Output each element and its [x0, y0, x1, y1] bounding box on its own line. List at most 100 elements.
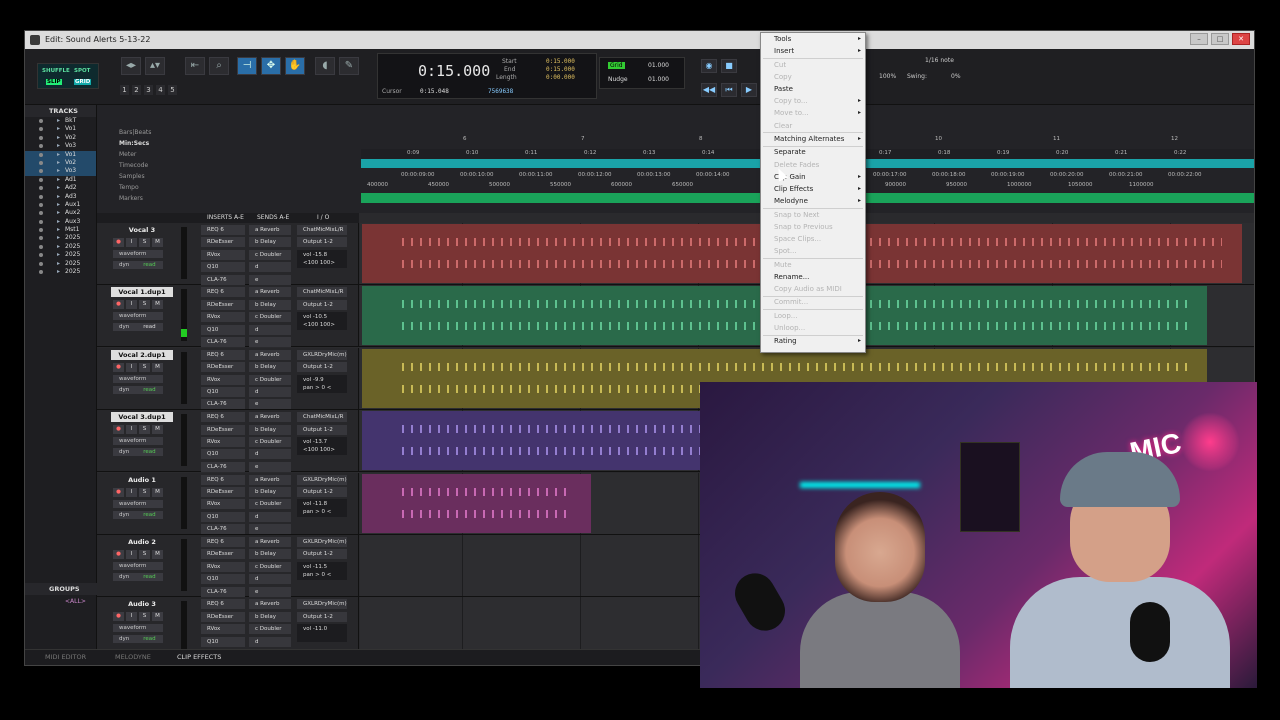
- track-list-item[interactable]: ▸ Vo1: [25, 150, 96, 159]
- solo-button[interactable]: S: [139, 550, 150, 559]
- grid-value[interactable]: 01.000: [648, 62, 669, 69]
- grabber-tool-icon[interactable]: ✋: [285, 57, 305, 75]
- insert-slot[interactable]: RDeEsser: [201, 486, 245, 497]
- track-show-dot-icon[interactable]: [39, 186, 43, 191]
- zoom-preset-5[interactable]: 5: [168, 85, 177, 95]
- zoom-preset-2[interactable]: 2: [132, 85, 141, 95]
- insert-slot[interactable]: RDeEsser: [201, 549, 245, 560]
- input-monitor-button[interactable]: I: [126, 362, 137, 372]
- track-list-item[interactable]: ▸ Aux1: [25, 201, 96, 209]
- send-slot[interactable]: a Reverb: [249, 599, 291, 610]
- input-selector[interactable]: ChatMicMixL/R: [297, 287, 347, 298]
- smart-tool-icon[interactable]: ✥: [261, 57, 281, 75]
- insert-slot[interactable]: RVox: [201, 561, 245, 572]
- group-all[interactable]: <ALL>: [25, 598, 97, 605]
- insert-slot[interactable]: Q10: [201, 574, 245, 585]
- close-button[interactable]: ✕: [1232, 33, 1250, 45]
- maximize-button[interactable]: □: [1211, 33, 1229, 45]
- mute-button[interactable]: M: [152, 487, 163, 497]
- send-slot[interactable]: c Doubler: [249, 436, 291, 447]
- grid-note-value[interactable]: 1/16 note: [925, 57, 954, 64]
- zoom-in-icon[interactable]: ▴▾: [145, 57, 165, 75]
- zoom-preset-icon[interactable]: ⇤: [185, 57, 205, 75]
- scrubber-tool-icon[interactable]: ◖: [315, 57, 335, 75]
- track-show-dot-icon[interactable]: [39, 261, 43, 266]
- track-view-selector[interactable]: waveform: [113, 562, 163, 570]
- send-slot[interactable]: a Reverb: [249, 412, 291, 423]
- track-show-dot-icon[interactable]: [39, 270, 43, 275]
- input-selector[interactable]: GXLRDryMic(m): [297, 537, 347, 547]
- insert-slot[interactable]: RVox: [201, 499, 245, 510]
- trim-tool-icon[interactable]: ⊣: [237, 57, 257, 75]
- insert-slot[interactable]: REQ 6: [201, 349, 245, 360]
- input-selector[interactable]: ChatMicMixL/R: [297, 412, 347, 423]
- volume-pan-box[interactable]: vol -11.8 pan > 0 <: [297, 499, 347, 518]
- volume-pan-box[interactable]: vol -13.7 <100 100>: [297, 436, 347, 455]
- track-name[interactable]: Vocal 3.dup1: [111, 412, 173, 423]
- send-slot[interactable]: b Delay: [249, 424, 291, 435]
- mute-button[interactable]: M: [152, 300, 163, 310]
- input-selector[interactable]: GXLRDryMic(m): [297, 474, 347, 485]
- swing-value[interactable]: 0%: [951, 73, 961, 80]
- record-button[interactable]: ●: [113, 300, 124, 310]
- track-view-selector[interactable]: waveform: [113, 624, 163, 633]
- send-slot[interactable]: c Doubler: [249, 499, 291, 510]
- send-slot[interactable]: d: [249, 449, 291, 460]
- volume-pan-box[interactable]: vol -9.9 pan > 0 <: [297, 374, 347, 393]
- insert-slot[interactable]: Q10: [201, 636, 245, 647]
- solo-button[interactable]: S: [139, 300, 150, 310]
- automation-selector[interactable]: dyn read: [113, 385, 163, 394]
- nudge-label[interactable]: Nudge: [608, 76, 628, 83]
- context-menu-item[interactable]: Clip Effects ▸: [761, 183, 865, 195]
- automation-selector[interactable]: dyn read: [113, 510, 163, 519]
- input-monitor-button[interactable]: I: [126, 238, 137, 247]
- insert-slot[interactable]: RDeEsser: [201, 299, 245, 310]
- send-slot[interactable]: c Doubler: [249, 374, 291, 385]
- track-view-selector[interactable]: waveform: [113, 312, 163, 321]
- automation-mode[interactable]: read: [143, 574, 155, 580]
- insert-slot[interactable]: RDeEsser: [201, 362, 245, 373]
- volume-pan-box[interactable]: vol -11.5 pan > 0 <: [297, 561, 347, 580]
- automation-selector[interactable]: dyn read: [113, 261, 163, 269]
- solo-button[interactable]: S: [139, 362, 150, 372]
- send-slot[interactable]: b Delay: [249, 362, 291, 373]
- mute-button[interactable]: M: [152, 425, 163, 435]
- automation-mode[interactable]: read: [143, 387, 155, 393]
- track-name[interactable]: Audio 2: [111, 537, 173, 547]
- track-list-item[interactable]: ▸ 2025: [25, 251, 96, 259]
- rewind-icon[interactable]: ◀◀: [701, 83, 717, 97]
- track-show-dot-icon[interactable]: [39, 160, 43, 165]
- insert-slot[interactable]: CLA-76: [201, 586, 245, 597]
- mute-button[interactable]: M: [152, 612, 163, 622]
- insert-slot[interactable]: RDeEsser: [201, 424, 245, 435]
- track-name[interactable]: Vocal 1.dup1: [111, 287, 173, 298]
- input-monitor-button[interactable]: I: [126, 550, 137, 559]
- input-monitor-button[interactable]: I: [126, 612, 137, 622]
- context-menu-item[interactable]: Matching Alternates ▸: [761, 133, 865, 145]
- input-monitor-button[interactable]: I: [126, 300, 137, 310]
- send-slot[interactable]: a Reverb: [249, 225, 291, 235]
- solo-button[interactable]: S: [139, 238, 150, 247]
- grid-label[interactable]: Grid: [608, 62, 625, 69]
- track-show-dot-icon[interactable]: [39, 244, 43, 249]
- track-view-selector[interactable]: waveform: [113, 437, 163, 446]
- automation-mode[interactable]: read: [143, 449, 155, 455]
- track-list-item[interactable]: ▸ 2025: [25, 243, 96, 251]
- volume-pan-box[interactable]: vol -11.0: [297, 624, 347, 643]
- track-show-dot-icon[interactable]: [39, 144, 43, 149]
- track-list-item[interactable]: ▸ Vo2: [25, 134, 96, 142]
- track-list-item[interactable]: ▸ Vo3: [25, 167, 96, 176]
- send-slot[interactable]: d: [249, 324, 291, 335]
- record-button[interactable]: ●: [113, 487, 124, 497]
- solo-button[interactable]: S: [139, 425, 150, 435]
- insert-slot[interactable]: REQ 6: [201, 225, 245, 235]
- automation-selector[interactable]: dyn read: [113, 323, 163, 332]
- track-show-dot-icon[interactable]: [39, 253, 43, 258]
- zoom-preset-4[interactable]: 4: [156, 85, 165, 95]
- output-selector[interactable]: Output 1-2: [297, 299, 347, 310]
- automation-mode[interactable]: read: [143, 512, 155, 518]
- tab-melodyne[interactable]: MELODYNE: [115, 653, 151, 661]
- track-list-item[interactable]: ▸ Ad1: [25, 176, 96, 184]
- automation-selector[interactable]: dyn read: [113, 635, 163, 644]
- track-list-item[interactable]: ▸ Vo1: [25, 125, 96, 133]
